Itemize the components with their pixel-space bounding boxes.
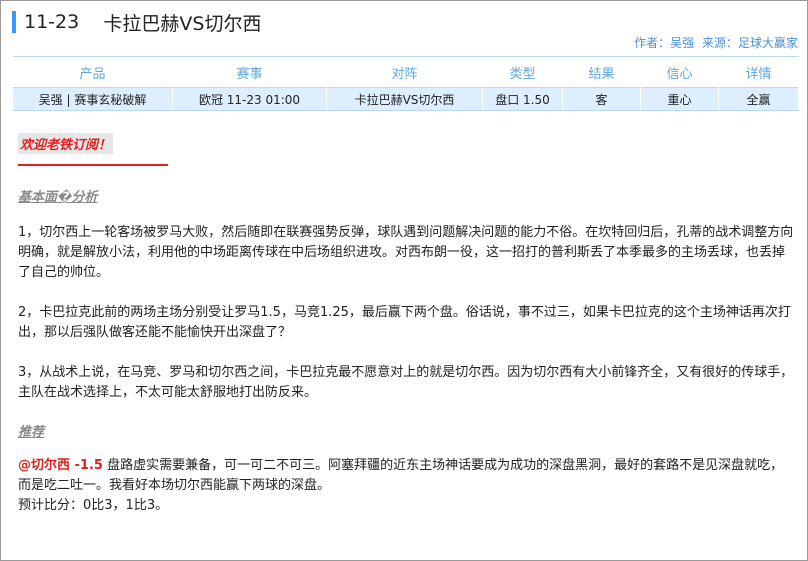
- page-title: 11-23 卡拉巴赫VS切尔西: [12, 10, 262, 35]
- cell-product: 吴强 | 赛事玄秘破解: [12, 87, 173, 111]
- article-meta: 作者：吴强 来源：足球大赢家: [630, 34, 798, 51]
- table-row: 吴强 | 赛事玄秘破解 欧冠 11-23 01:00 卡拉巴赫VS切尔西 盘口 …: [12, 87, 799, 111]
- article-body: 欢迎老铁订阅！ 基本面�分析 1，切尔西上一轮客场被罗马大败，然后随即在联赛强势…: [18, 130, 796, 516]
- pick-text: 盘路虚实需要兼备，可一可二不可三。阿塞拜疆的近东主场神话要成为成功的深盘黑洞，最…: [18, 458, 784, 493]
- source-label: 来源：足球大赢家: [701, 36, 798, 50]
- analysis-paragraph-3: 3，从战术上说，在马竞、罗马和切尔西之间，卡巴拉克最不愿意对上的就是切尔西。因为…: [18, 365, 794, 400]
- welcome-banner: 欢迎老铁订阅！: [18, 133, 114, 154]
- cell-confidence: 重心: [640, 87, 719, 111]
- author-label: 作者：吴强: [634, 36, 695, 50]
- analysis-paragraph-1: 1，切尔西上一轮客场被罗马大败，然后随即在联赛强势反弹，球队遇到问题解决问题的能…: [18, 225, 794, 280]
- match-info-table: 产品 赛事 对阵 类型 结果 信心 详情 吴强 | 赛事玄秘破解 欧冠 11-2…: [12, 56, 799, 111]
- header-matchup: 对阵: [326, 56, 483, 88]
- header-detail: 详情: [718, 56, 799, 88]
- section-heading-pick: 推荐: [18, 425, 45, 440]
- section-heading-analysis: 基本面�分析: [18, 190, 98, 205]
- title-date: 11-23: [24, 11, 80, 33]
- cell-detail: 全赢: [718, 87, 799, 111]
- table-header-row: 产品 赛事 对阵 类型 结果 信心 详情: [12, 56, 799, 88]
- predicted-score: 预计比分：0比3，1比3。: [18, 498, 169, 513]
- analysis-paragraph-2: 2，卡巴拉克此前的两场主场分别受让罗马1.5，马竞1.25，最后赢下两个盘。俗话…: [18, 305, 791, 340]
- cell-type: 盘口 1.50: [482, 87, 563, 111]
- header-result: 结果: [562, 56, 641, 88]
- header-type: 类型: [482, 56, 563, 88]
- cell-result: 客: [562, 87, 641, 111]
- pick-paragraph: @切尔西 -1.5 盘路虚实需要兼备，可一可二不可三。阿塞拜疆的近东主场神话要成…: [18, 456, 796, 496]
- header-confidence: 信心: [640, 56, 719, 88]
- cell-event: 欧冠 11-23 01:00: [172, 87, 327, 111]
- cell-matchup: 卡拉巴赫VS切尔西: [326, 87, 483, 111]
- pick-label: @切尔西 -1.5: [18, 458, 103, 473]
- header-event: 赛事: [172, 56, 327, 88]
- title-match: 卡拉巴赫VS切尔西: [103, 12, 262, 35]
- title-accent-bar: [12, 11, 16, 33]
- header-product: 产品: [12, 56, 173, 88]
